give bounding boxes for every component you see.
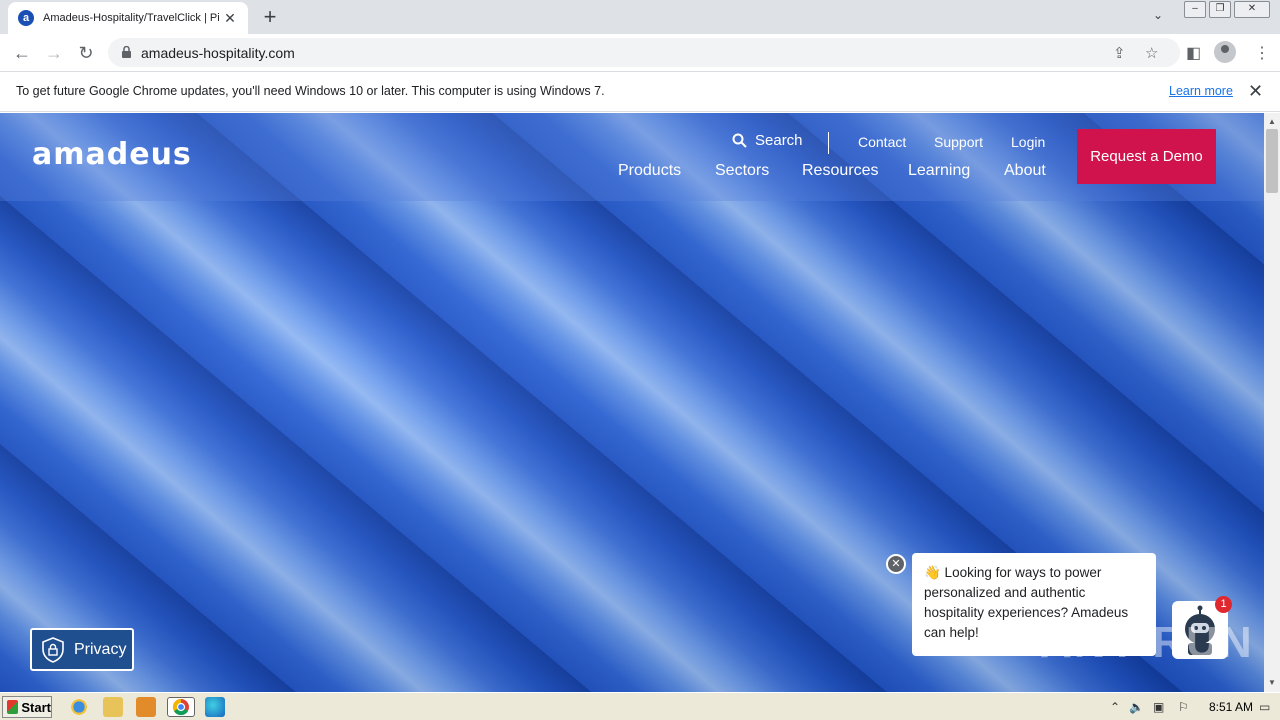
shield-lock-icon — [42, 636, 64, 663]
tray-expand-icon[interactable]: ⌃ — [1110, 700, 1120, 714]
close-window-icon[interactable]: ✕ — [1234, 1, 1270, 18]
privacy-label: Privacy — [74, 640, 127, 658]
scroll-thumb[interactable] — [1266, 129, 1278, 193]
privacy-button[interactable]: Privacy — [30, 628, 134, 671]
start-button[interactable]: Start — [2, 696, 52, 718]
start-label: Start — [21, 699, 51, 715]
chat-close-icon[interactable]: ✕ — [886, 554, 906, 574]
minimize-icon[interactable]: – — [1184, 1, 1206, 18]
anyrun-watermark: ANY RUN — [1040, 618, 1254, 667]
nav-about[interactable]: About — [1004, 162, 1046, 180]
page-scrollbar[interactable]: ▲ ▼ — [1264, 113, 1280, 692]
scroll-up-arrow-icon[interactable]: ▲ — [1268, 117, 1276, 126]
share-icon[interactable]: ⇪ — [1113, 44, 1126, 62]
profile-avatar-icon[interactable] — [1214, 41, 1236, 63]
infobar-close-icon[interactable]: ✕ — [1248, 81, 1263, 102]
request-demo-button[interactable]: Request a Demo — [1077, 129, 1216, 184]
infobar-message: To get future Google Chrome updates, you… — [16, 84, 605, 98]
action-center-flag-icon[interactable]: ⚐ — [1178, 700, 1189, 714]
internet-explorer-icon[interactable] — [69, 697, 89, 717]
volume-icon[interactable]: 🔈 — [1129, 700, 1144, 714]
nav-sectors[interactable]: Sectors — [715, 162, 769, 180]
browser-toolbar: ← → ↻ amadeus-hospitality.com ⇪ ☆ ◧ ⋮ — [0, 34, 1280, 71]
address-bar[interactable]: amadeus-hospitality.com ⇪ ☆ — [108, 38, 1180, 67]
search-icon — [732, 133, 747, 148]
url-text[interactable]: amadeus-hospitality.com — [141, 45, 295, 61]
chevron-down-icon[interactable]: ⌄ — [1153, 8, 1163, 22]
kebab-menu-icon[interactable]: ⋮ — [1254, 43, 1270, 63]
chrome-taskbar-icon[interactable] — [167, 697, 195, 717]
contact-link[interactable]: Contact — [858, 134, 906, 150]
taskbar-clock[interactable]: 8:51 AM — [1209, 700, 1253, 714]
forward-arrow-icon[interactable]: → — [41, 40, 67, 66]
file-explorer-icon[interactable] — [103, 697, 123, 717]
browser-tab[interactable]: a Amadeus-Hospitality/TravelClick | Pic … — [8, 2, 248, 34]
amadeus-logo[interactable]: amadeus — [32, 137, 192, 172]
nav-products[interactable]: Products — [618, 162, 681, 180]
util-divider — [828, 132, 829, 154]
lock-icon — [122, 46, 131, 58]
tab-title: Amadeus-Hospitality/TravelClick | Pic — [43, 12, 219, 24]
update-infobar: To get future Google Chrome updates, you… — [0, 71, 1280, 112]
windows-taskbar: Start ⌃ 🔈 ▣ ⚐ 8:51 AM ▭ — [0, 692, 1280, 720]
scroll-down-arrow-icon[interactable]: ▼ — [1268, 678, 1276, 687]
bookmark-star-icon[interactable]: ☆ — [1145, 44, 1158, 62]
tab-close-icon[interactable]: ✕ — [222, 10, 238, 27]
edge-icon[interactable] — [205, 697, 225, 717]
support-link[interactable]: Support — [934, 134, 983, 150]
login-link[interactable]: Login — [1011, 134, 1045, 150]
network-icon[interactable]: ▣ — [1153, 700, 1164, 714]
page-viewport: amadeus Search Contact Support Login Pro… — [0, 113, 1264, 692]
reload-icon[interactable]: ↻ — [73, 40, 99, 66]
learn-more-link[interactable]: Learn more — [1169, 84, 1233, 98]
nav-learning[interactable]: Learning — [908, 162, 970, 180]
tab-strip: a Amadeus-Hospitality/TravelClick | Pic … — [0, 0, 1280, 34]
chat-notification-badge: 1 — [1215, 596, 1232, 613]
side-panel-icon[interactable]: ◧ — [1186, 43, 1201, 63]
search-link[interactable]: Search — [732, 132, 803, 149]
new-tab-icon[interactable]: + — [258, 6, 282, 30]
nav-resources[interactable]: Resources — [802, 162, 878, 180]
search-label: Search — [755, 132, 803, 149]
windows-flag-icon — [7, 700, 19, 714]
back-arrow-icon[interactable]: ← — [9, 40, 35, 66]
media-player-icon[interactable] — [136, 697, 156, 717]
restore-icon[interactable]: ❐ — [1209, 1, 1231, 18]
amadeus-favicon-icon: a — [18, 10, 34, 26]
show-desktop-icon[interactable]: ▭ — [1259, 700, 1270, 714]
